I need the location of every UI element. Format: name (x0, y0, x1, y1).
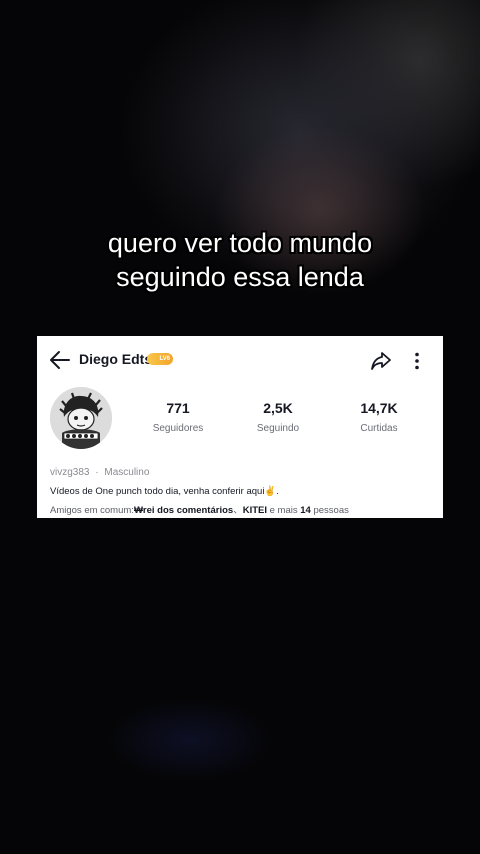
share-icon[interactable] (370, 350, 392, 372)
mutual-count: 14 (300, 505, 311, 516)
mutual-friend-2[interactable]: KITEI (243, 505, 267, 516)
following-label: Seguindo (256, 423, 300, 434)
mutual-separator: 、 (233, 505, 243, 516)
meta-separator: · (95, 467, 99, 478)
level-badge: LV6 (147, 353, 173, 365)
video-caption: quero ver todo mundo seguindo essa lenda (0, 226, 480, 294)
avatar[interactable] (50, 387, 112, 449)
caption-line-1: quero ver todo mundo (107, 228, 373, 258)
followers-count: 771 (166, 400, 190, 416)
likes-count: 14,7K (360, 400, 398, 416)
video-background: quero ver todo mundo seguindo essa lenda… (0, 0, 480, 854)
mutual-friend-1[interactable]: ₩rei dos comentários (134, 505, 233, 516)
likes-label: Curtidas (360, 423, 398, 434)
profile-screenshot-card: Diego Edts LV6 771 Seguidores 2,5K Segui… (37, 336, 443, 518)
stat-likes[interactable]: 14,7K Curtidas (339, 400, 419, 434)
username: vivzg383 (50, 467, 90, 478)
avatar-image (50, 387, 112, 449)
followers-label: Seguidores (152, 423, 204, 434)
stat-followers[interactable]: 771 Seguidores (138, 400, 218, 434)
stat-following[interactable]: 2,5K Seguindo (238, 400, 318, 434)
profile-name: Diego Edts (79, 351, 153, 367)
mutual-suffix: pessoas (310, 505, 349, 516)
profile-meta: vivzg383 · Masculino (50, 467, 149, 478)
mutual-friends[interactable]: Amigos em comum:₩rei dos comentários、KIT… (50, 502, 349, 516)
more-icon[interactable] (412, 352, 422, 370)
following-count: 2,5K (263, 400, 293, 416)
gender: Masculino (104, 467, 150, 478)
profile-bio: Vídeos de One punch todo dia, venha conf… (50, 486, 279, 497)
mutual-prefix: Amigos em comum: (50, 505, 134, 516)
back-arrow-icon[interactable] (49, 350, 71, 370)
caption-line-2: seguindo essa lenda (116, 262, 364, 292)
mutual-more-text: e mais (266, 505, 301, 516)
